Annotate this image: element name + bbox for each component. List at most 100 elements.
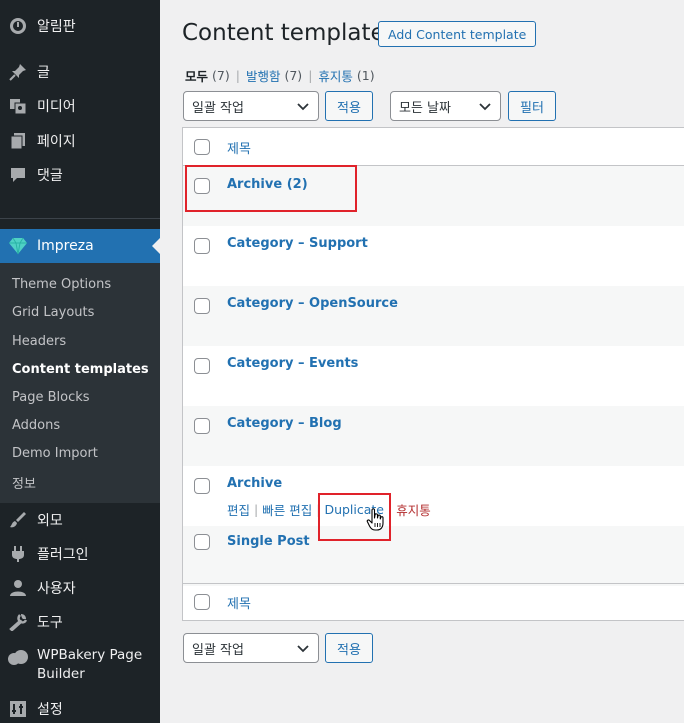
row-checkbox[interactable]	[194, 238, 210, 254]
chevron-down-icon	[479, 103, 491, 111]
table-row: Single Post	[183, 526, 684, 586]
row-checkbox[interactable]	[194, 418, 210, 434]
page-title: Content templates	[182, 20, 397, 46]
row-title-link[interactable]: Archive	[227, 476, 282, 491]
status-views: 모두 (7) | 발행함 (7) | 휴지통 (1)	[185, 66, 375, 85]
impreza-gem-icon	[8, 236, 28, 256]
view-trash-count: (1)	[356, 68, 375, 83]
submenu-content-templates[interactable]: Content templates	[12, 362, 149, 377]
submenu-demo-import[interactable]: Demo Import	[12, 446, 98, 461]
dashboard-icon	[8, 16, 28, 36]
menu-appearance-label: 외모	[37, 513, 63, 529]
impreza-submenu: Theme Options Grid Layouts Headers Conte…	[0, 263, 160, 503]
menu-plugins[interactable]: 플러그인	[0, 537, 160, 571]
hand-cursor-icon	[366, 508, 386, 532]
row-title-link[interactable]: Single Post	[227, 534, 310, 549]
apply-button-top[interactable]: 적용	[325, 91, 373, 121]
menu-media-label: 미디어	[37, 99, 76, 115]
add-content-template-button[interactable]: Add Content template	[378, 21, 537, 47]
submenu-info[interactable]: 정보	[12, 473, 36, 492]
row-checkbox[interactable]	[194, 534, 210, 550]
menu-tools[interactable]: 도구	[0, 605, 160, 639]
view-separator: |	[235, 68, 240, 83]
date-filter-select[interactable]: 모든 날짜	[390, 91, 501, 121]
menu-tools-label: 도구	[37, 615, 63, 631]
table-row: Category – Support	[183, 226, 684, 286]
main-content: Content templates Add Content template 모…	[160, 0, 684, 723]
media-icon	[8, 96, 28, 116]
pin-icon	[8, 62, 28, 82]
menu-plugins-label: 플러그인	[37, 547, 89, 563]
bulk-action-select-top[interactable]: 일괄 작업	[183, 91, 319, 121]
select-all-checkbox-footer[interactable]	[194, 594, 210, 610]
row-title-link[interactable]: Category – Support	[227, 236, 368, 251]
menu-pages-label: 페이지	[37, 134, 76, 150]
menu-dashboard-label: 알림판	[37, 19, 76, 35]
table-row: Category – OpenSource	[183, 286, 684, 346]
user-icon	[8, 578, 28, 598]
table-row: Category – Blog	[183, 406, 684, 466]
view-published-count: (7)	[284, 68, 303, 83]
row-checkbox[interactable]	[194, 298, 210, 314]
row-title-link[interactable]: Category – Blog	[227, 416, 342, 431]
submenu-page-blocks[interactable]: Page Blocks	[12, 390, 90, 405]
menu-wpbakery-label: WPBakery Page Builder	[37, 647, 143, 682]
submenu-addons[interactable]: Addons	[12, 418, 60, 433]
menu-posts-label: 글	[37, 65, 50, 81]
date-filter-value: 모든 날짜	[399, 100, 451, 116]
submenu-headers[interactable]: Headers	[12, 334, 66, 349]
menu-comments[interactable]: 댓글	[0, 158, 160, 192]
column-title-footer[interactable]: 제목	[227, 593, 251, 612]
column-title-header[interactable]: 제목	[227, 138, 251, 157]
wrench-icon	[8, 612, 28, 632]
menu-wpbakery[interactable]: WPBakery Page Builder	[0, 646, 160, 690]
comment-icon	[8, 165, 28, 185]
view-all-count: (7)	[212, 68, 230, 83]
settings-icon	[8, 699, 28, 719]
edit-link[interactable]: 편집	[227, 500, 250, 519]
table-header: 제목	[183, 128, 684, 166]
brush-icon	[8, 510, 28, 530]
quick-edit-link[interactable]: 빠른 편집	[262, 500, 312, 519]
menu-users-label: 사용자	[37, 581, 76, 597]
menu-impreza-label: Impreza	[37, 238, 94, 254]
row-checkbox[interactable]	[194, 478, 210, 494]
submenu-theme-options[interactable]: Theme Options	[12, 277, 111, 292]
page-icon	[8, 131, 28, 151]
row-title-link[interactable]: Category – OpenSource	[227, 296, 398, 311]
menu-appearance[interactable]: 외모	[0, 503, 160, 537]
bulk-action-select-bottom[interactable]: 일괄 작업	[183, 633, 319, 663]
bulk-action-value: 일괄 작업	[192, 100, 244, 116]
row-checkbox[interactable]	[194, 358, 210, 374]
view-trash[interactable]: 휴지통	[318, 66, 353, 85]
bulk-action-value: 일괄 작업	[192, 642, 244, 658]
trash-link[interactable]: 휴지통	[396, 500, 431, 519]
table-row: Archive 편집 | 빠른 편집 | Duplicate | 휴지통	[183, 466, 684, 526]
table-footer: 제목	[183, 583, 684, 620]
select-all-checkbox[interactable]	[194, 139, 210, 155]
view-separator: |	[308, 68, 313, 83]
menu-posts[interactable]: 글	[0, 55, 160, 89]
row-title-link[interactable]: Category – Events	[227, 356, 358, 371]
menu-impreza[interactable]: Impreza	[0, 229, 160, 263]
plugin-icon	[8, 544, 28, 564]
action-separator: |	[254, 502, 259, 517]
menu-dashboard[interactable]: 알림판	[0, 9, 160, 43]
menu-settings[interactable]: 설정	[0, 692, 160, 723]
menu-users[interactable]: 사용자	[0, 571, 160, 605]
chevron-down-icon	[297, 103, 309, 111]
highlight-box-archive-2	[185, 165, 357, 212]
menu-pages[interactable]: 페이지	[0, 124, 160, 158]
admin-sidebar: 알림판 글 미디어 페이지 댓글 Impreza Theme Options G…	[0, 0, 160, 723]
apply-button-bottom[interactable]: 적용	[325, 633, 373, 663]
sidebar-divider	[0, 218, 160, 219]
menu-settings-label: 설정	[37, 702, 63, 718]
submenu-grid-layouts[interactable]: Grid Layouts	[12, 305, 94, 320]
view-published[interactable]: 발행함	[246, 66, 281, 85]
view-all[interactable]: 모두	[185, 66, 208, 85]
menu-comments-label: 댓글	[37, 168, 63, 184]
table-row: Category – Events	[183, 346, 684, 406]
filter-button[interactable]: 필터	[508, 91, 556, 121]
chevron-down-icon	[297, 645, 309, 653]
menu-media[interactable]: 미디어	[0, 89, 160, 123]
